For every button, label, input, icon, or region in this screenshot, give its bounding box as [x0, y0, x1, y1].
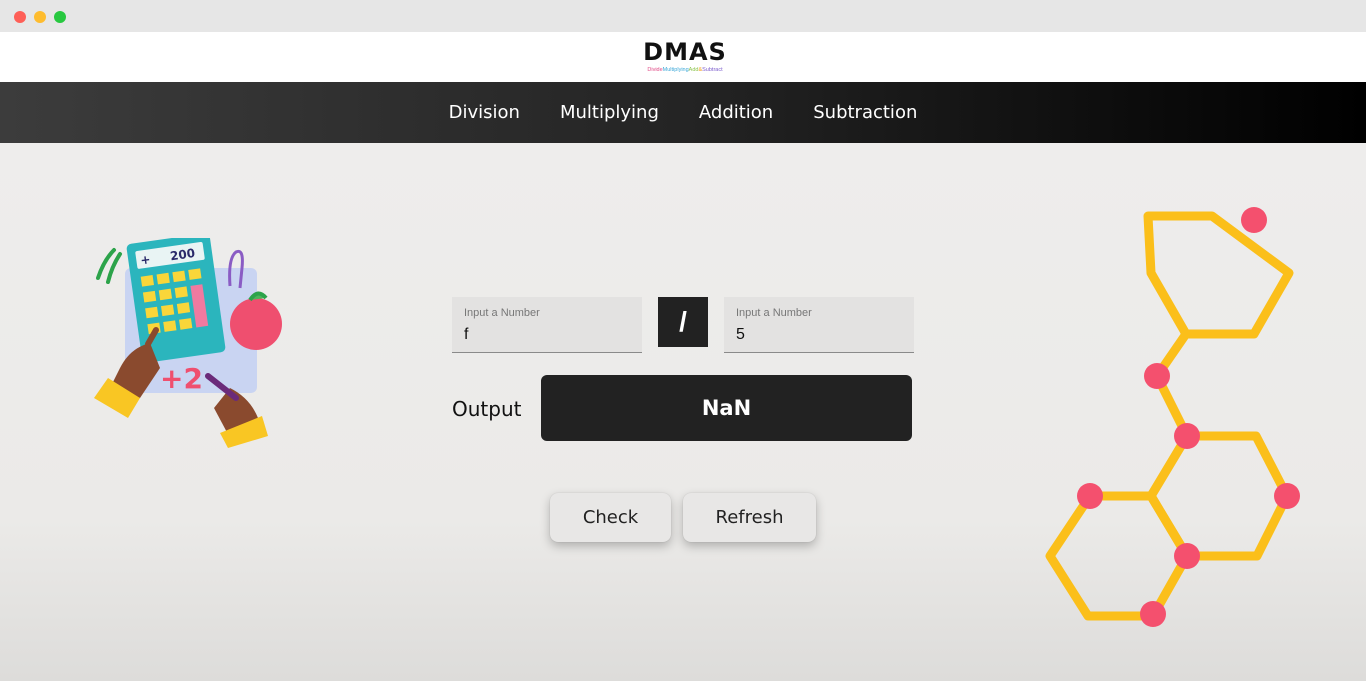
- nav-item-addition[interactable]: Addition: [699, 102, 773, 123]
- second-number-value[interactable]: 5: [736, 326, 902, 344]
- site-header: DMAS DivideMultiplyingAdd&Subtract: [0, 32, 1366, 82]
- main-nav: Division Multiplying Addition Subtractio…: [0, 82, 1366, 143]
- calculator-section: + 200 +2 Input a Number f / Input a Numb…: [0, 143, 1366, 681]
- nav-item-multiplying[interactable]: Multiplying: [560, 102, 659, 123]
- svg-text:+: +: [139, 252, 151, 267]
- svg-text:+2: +2: [160, 362, 203, 395]
- nav-item-division[interactable]: Division: [449, 102, 520, 123]
- close-window-button[interactable]: [14, 11, 26, 23]
- first-number-label: Input a Number: [464, 307, 540, 319]
- first-number-field[interactable]: Input a Number f: [452, 297, 642, 353]
- second-number-field[interactable]: Input a Number 5: [724, 297, 914, 353]
- logo-title: DMAS: [643, 38, 727, 66]
- operator-display: /: [658, 297, 708, 347]
- first-number-value[interactable]: f: [464, 326, 630, 344]
- second-number-label: Input a Number: [736, 307, 812, 319]
- logo-tagline: DivideMultiplyingAdd&Subtract: [647, 67, 723, 73]
- maximize-window-button[interactable]: [54, 11, 66, 23]
- output-label: Output: [452, 397, 522, 421]
- nav-item-subtraction[interactable]: Subtraction: [813, 102, 917, 123]
- logo[interactable]: DMAS DivideMultiplyingAdd&Subtract: [640, 38, 730, 78]
- window-title-bar: [0, 0, 1366, 32]
- output-display: NaN: [541, 375, 912, 441]
- hexagon-molecule-icon: [1040, 203, 1310, 648]
- check-button[interactable]: Check: [550, 493, 671, 542]
- minimize-window-button[interactable]: [34, 11, 46, 23]
- calculator-illustration-icon: + 200 +2: [90, 233, 290, 453]
- refresh-button[interactable]: Refresh: [683, 493, 816, 542]
